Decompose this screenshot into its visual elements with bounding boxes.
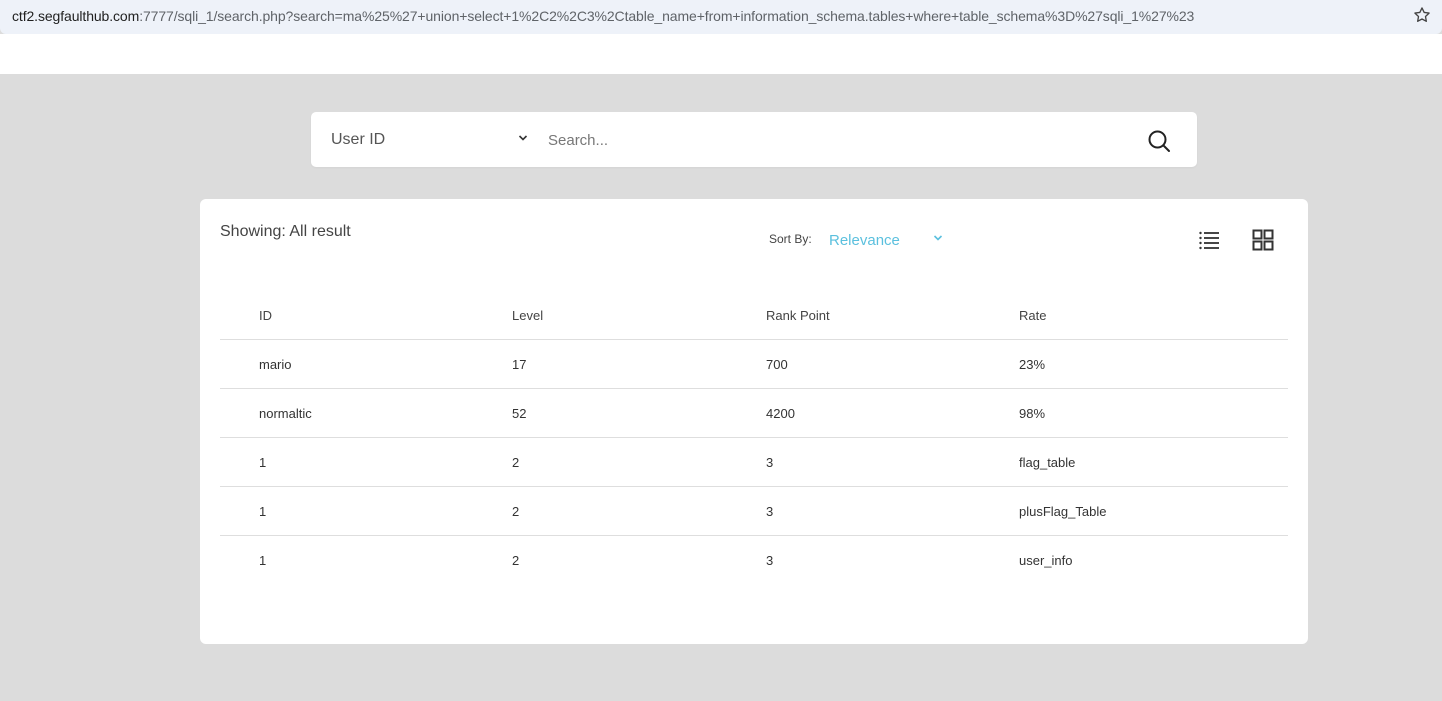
cell-level: 2 — [512, 553, 520, 568]
column-header-rank-point: Rank Point — [766, 308, 830, 323]
column-header-level: Level — [512, 308, 544, 323]
cell-level: 2 — [512, 504, 520, 519]
top-header-strip — [0, 34, 1442, 74]
cell-rate: flag_table — [1019, 455, 1076, 470]
chevron-down-icon — [518, 135, 528, 141]
cell-rank-point: 4200 — [766, 406, 795, 421]
cell-level: 17 — [512, 357, 527, 372]
cell-rate: plusFlag_Table — [1019, 504, 1107, 519]
url-text[interactable]: ctf2.segfaulthub.com:7777/sqli_1/search.… — [12, 8, 1194, 24]
column-header-id: ID — [259, 308, 272, 323]
table-header-row: ID Level Rank Point Rate — [220, 291, 1288, 340]
table-row: 1 2 3 plusFlag_Table — [220, 487, 1288, 536]
search-input[interactable] — [548, 124, 1128, 156]
search-category-select[interactable]: User ID — [331, 112, 531, 167]
bookmark-star-icon[interactable] — [1412, 5, 1432, 25]
url-host: ctf2.segfaulthub.com — [12, 8, 140, 24]
results-table: ID Level Rank Point Rate mario 17 700 23… — [220, 291, 1288, 585]
cell-id: 1 — [259, 504, 267, 519]
cell-rate: user_info — [1019, 553, 1073, 568]
sort-select-value[interactable]: Relevance — [829, 232, 900, 249]
search-icon[interactable] — [1147, 129, 1171, 153]
sort-by-label: Sort By: — [769, 232, 812, 246]
table-row: normaltic 52 4200 98% — [220, 389, 1288, 438]
search-category-value: User ID — [331, 130, 386, 148]
table-row: mario 17 700 23% — [220, 340, 1288, 389]
cell-rank-point: 3 — [766, 504, 774, 519]
sort-chevron-down-icon[interactable] — [933, 234, 943, 242]
address-bar[interactable]: ctf2.segfaulthub.com:7777/sqli_1/search.… — [0, 0, 1442, 34]
results-panel: Showing: All result Sort By: Relevance I… — [200, 199, 1308, 644]
cell-rate: 98% — [1019, 406, 1046, 421]
cell-level: 2 — [512, 455, 520, 470]
search-bar: User ID — [311, 112, 1197, 167]
cell-rank-point: 3 — [766, 553, 774, 568]
cell-rate: 23% — [1019, 357, 1046, 372]
table-row: 1 2 3 user_info — [220, 536, 1288, 585]
list-view-icon[interactable] — [1198, 229, 1220, 251]
url-path: :7777/sqli_1/search.php?search=ma%25%27+… — [139, 8, 1195, 24]
cell-level: 52 — [512, 406, 527, 421]
cell-rank-point: 700 — [766, 357, 788, 372]
cell-id: normaltic — [259, 406, 312, 421]
showing-label: Showing: All result — [220, 223, 351, 240]
cell-rank-point: 3 — [766, 455, 774, 470]
column-header-rate: Rate — [1019, 308, 1047, 323]
table-row: 1 2 3 flag_table — [220, 438, 1288, 487]
cell-id: 1 — [259, 455, 267, 470]
cell-id: mario — [259, 357, 292, 372]
grid-view-icon[interactable] — [1252, 229, 1274, 251]
cell-id: 1 — [259, 553, 267, 568]
